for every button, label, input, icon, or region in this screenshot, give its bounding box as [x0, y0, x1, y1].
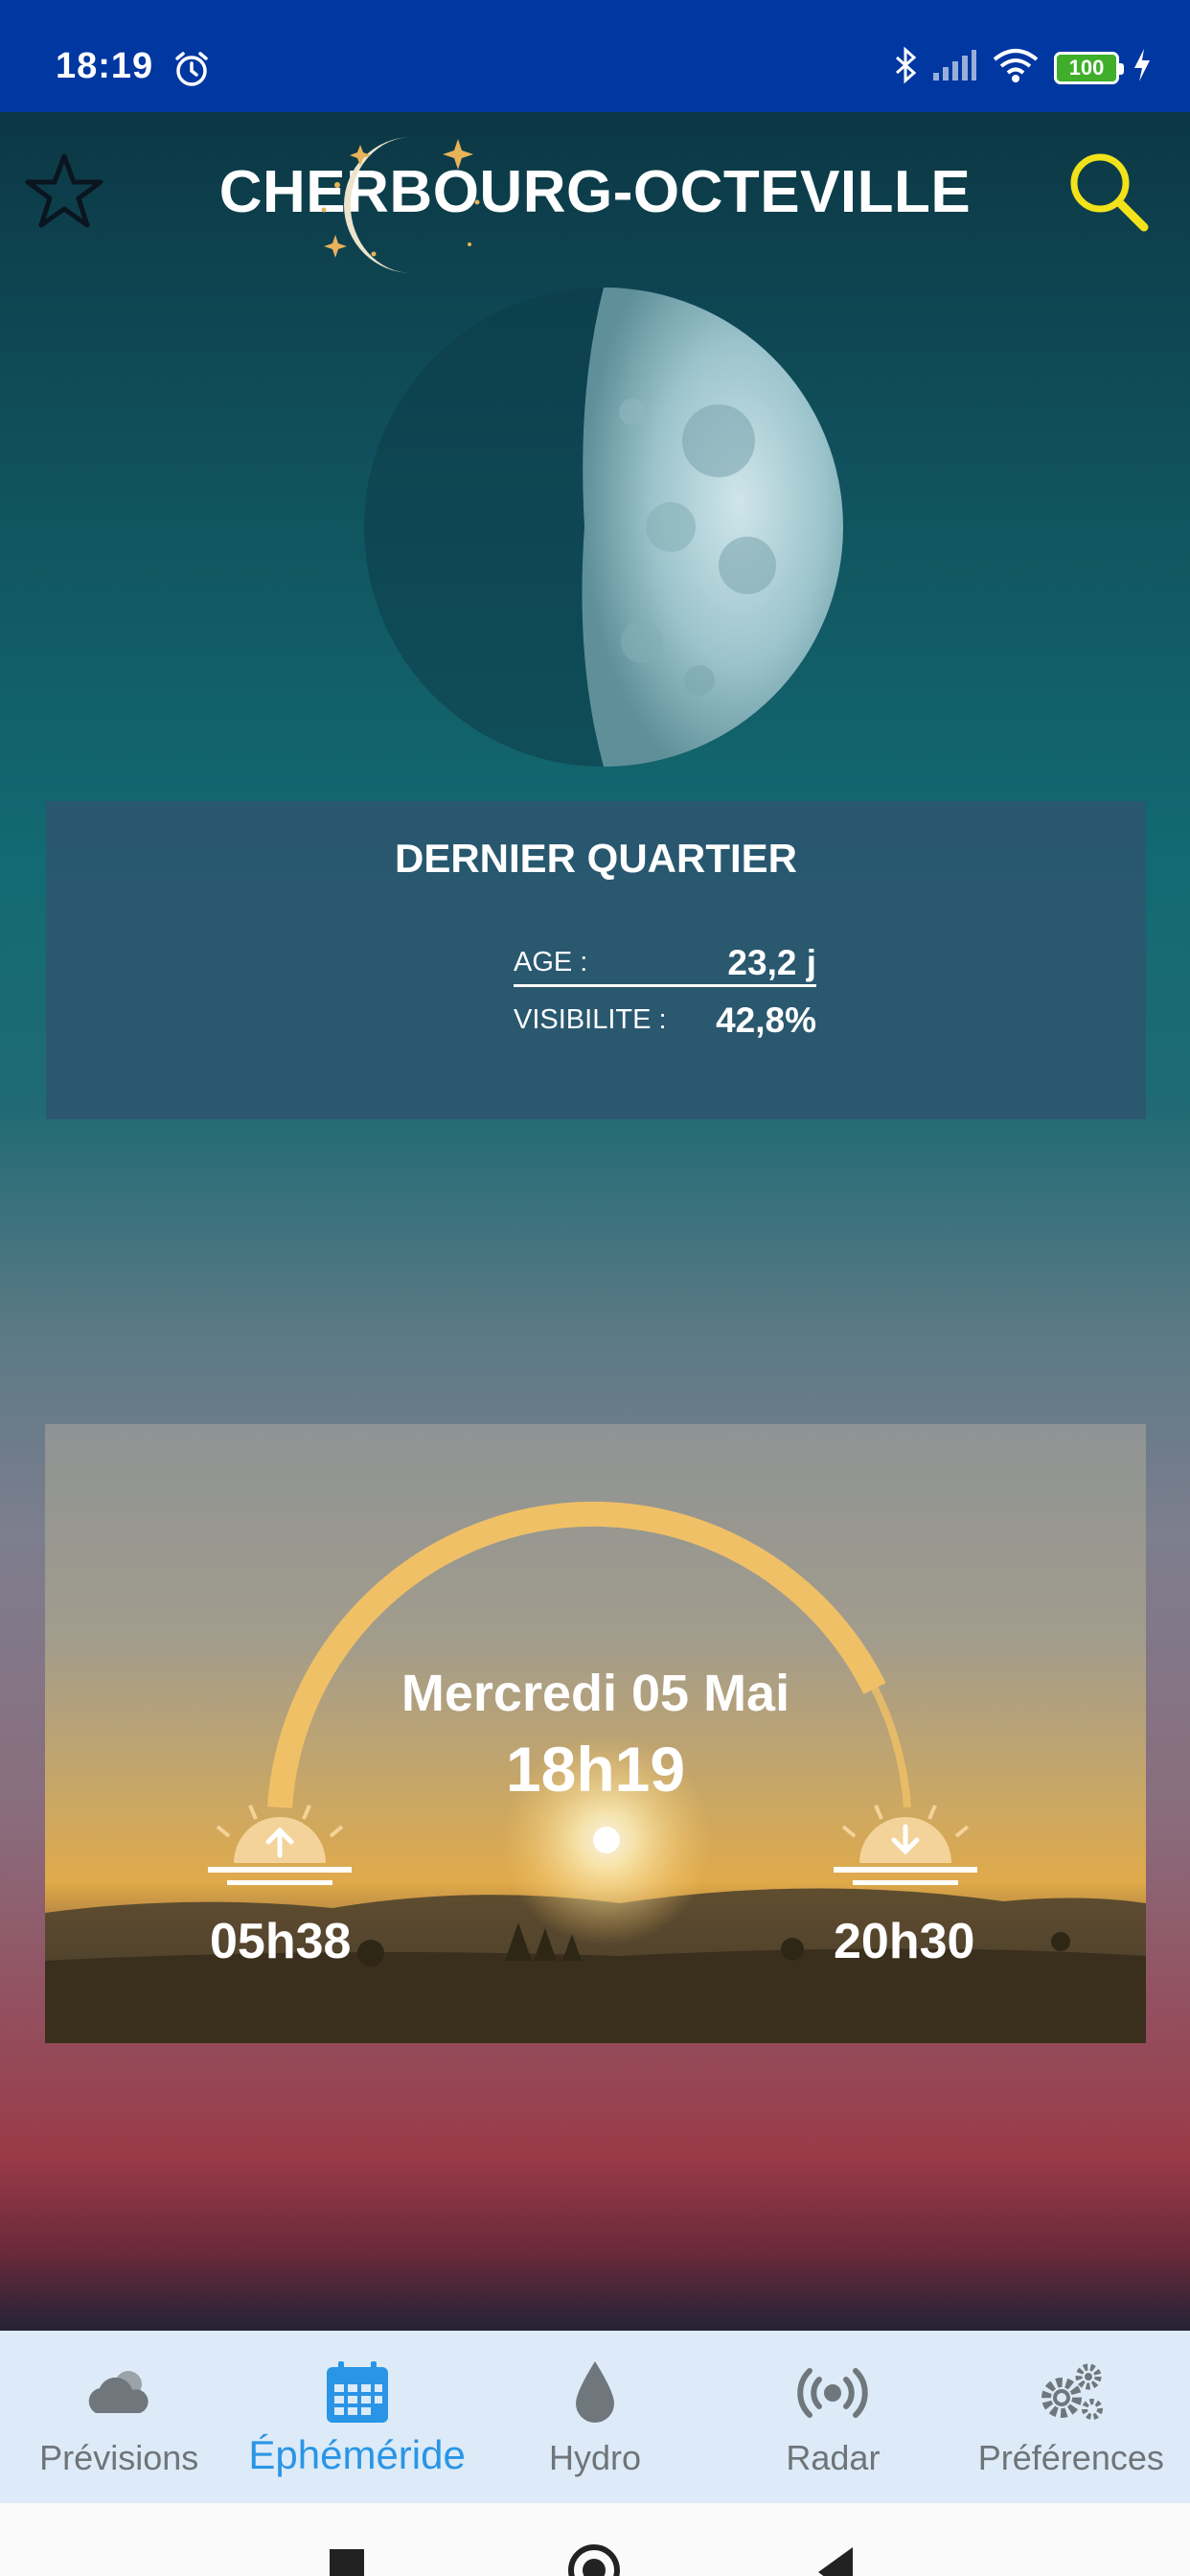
sunset-time: 20h30 [834, 1914, 975, 1969]
sun-position [593, 1827, 620, 1853]
status-bar: 18:19 100 [0, 0, 1190, 112]
sunset-icon [834, 1805, 977, 1885]
status-time: 18:19 [56, 46, 154, 86]
nav-item-ephemeride[interactable]: Éphéméride [238, 2331, 475, 2503]
recents-button[interactable] [330, 2549, 364, 2576]
moon-image [355, 278, 853, 776]
sunrise-icon [208, 1805, 352, 1885]
moon-visibility-value: 42,8% [716, 1000, 816, 1040]
signal-icon [931, 48, 977, 87]
sunrise-time: 05h38 [210, 1914, 352, 1969]
radar-icon [794, 2359, 871, 2426]
bluetooth-icon [893, 46, 918, 89]
sun-current-time: 18h19 [505, 1734, 686, 1805]
status-icons: 100 [893, 46, 1152, 89]
nav-item-radar[interactable]: Radar [714, 2331, 951, 2503]
back-button[interactable] [814, 2543, 855, 2576]
moon-visibility-label: VISIBILITE : [514, 1004, 667, 1035]
nav-item-previsions[interactable]: Prévisions [0, 2331, 238, 2503]
system-navigation-bar [0, 2503, 1190, 2576]
moon-age-value: 23,2 j [727, 943, 816, 982]
wifi-icon [991, 46, 1041, 89]
battery-indicator: 100 [1054, 51, 1124, 84]
nav-label-previsions: Prévisions [39, 2438, 199, 2477]
nav-label-preferences: Préférences [977, 2438, 1164, 2477]
nav-item-hydro[interactable]: Hydro [476, 2331, 714, 2503]
sun-date: Mercredi 05 Mai [400, 1665, 790, 1722]
alarm-icon [172, 50, 211, 93]
nav-label-ephemeride: Éphéméride [248, 2432, 466, 2477]
crescent-moon-icon [278, 110, 498, 302]
gears-icon [1033, 2359, 1110, 2426]
app-header: CHERBOURG-OCTEVILLE [0, 112, 1190, 265]
drop-icon [557, 2359, 633, 2426]
sun-course-card: Mercredi 05 Mai 18h19 05h38 20h30 [45, 1424, 1146, 2043]
calendar-icon [319, 2359, 396, 2426]
moon-visibility-row: VISIBILITE : 42,8% [514, 995, 816, 1045]
nav-label-radar: Radar [786, 2438, 881, 2477]
cloud-icon [80, 2359, 157, 2426]
city-title: CHERBOURG-OCTEVILLE [218, 159, 972, 225]
moon-age-row: AGE : 23,2 j [514, 937, 816, 987]
nav-item-preferences[interactable]: Préférences [952, 2331, 1190, 2503]
charging-icon [1133, 47, 1152, 88]
bottom-navigation: Prévisions Éphéméride Hydro Radar Préfér… [0, 2331, 1190, 2503]
moon-age-label: AGE : [514, 947, 588, 978]
nav-label-hydro: Hydro [549, 2438, 642, 2477]
home-button[interactable] [565, 2542, 623, 2576]
search-icon[interactable] [1065, 149, 1152, 235]
moon-phase-name: DERNIER QUARTIER [394, 836, 798, 881]
